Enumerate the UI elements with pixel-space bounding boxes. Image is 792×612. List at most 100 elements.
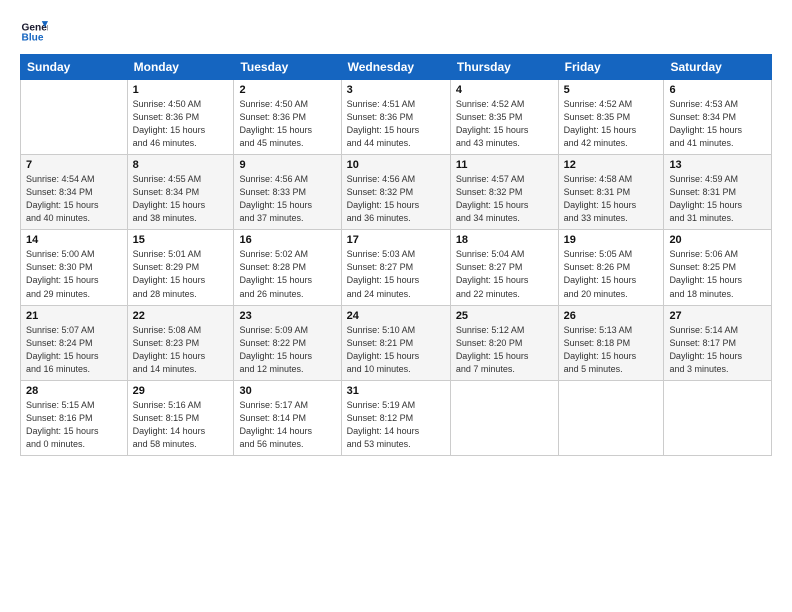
calendar-cell: 11 Sunrise: 4:57 AMSunset: 8:32 PMDayligh… (450, 155, 558, 230)
day-number: 22 (133, 310, 229, 322)
calendar-cell: 16Sunrise: 5:02 AMSunset: 8:28 PMDayligh… (234, 230, 341, 305)
day-number: 7 (26, 159, 122, 171)
day-number: 2 (239, 84, 335, 96)
day-number: 28 (26, 385, 122, 397)
day-number: 9 (239, 159, 335, 171)
day-info: Sunrise: 4:53 AMSunset: 8:34 PMDaylight:… (669, 98, 766, 150)
day-number: 20 (669, 234, 766, 246)
calendar-cell: 30 Sunrise: 5:17 AMSunset: 8:14 PMDayligh… (234, 380, 341, 455)
calendar-cell: 28 Sunrise: 5:15 AMSunset: 8:16 PMDayligh… (21, 380, 128, 455)
calendar-cell (664, 380, 772, 455)
calendar-cell: 1 Sunrise: 4:50 AMSunset: 8:36 PMDaylight… (127, 80, 234, 155)
calendar-cell: 9 Sunrise: 4:56 AMSunset: 8:33 PMDaylight… (234, 155, 341, 230)
day-info: Sunrise: 5:14 AMSunset: 8:17 PMDaylight:… (669, 324, 766, 376)
day-info: Sunrise: 4:57 AMSunset: 8:32 PMDaylight:… (456, 173, 553, 225)
day-number: 12 (564, 159, 659, 171)
day-info: Sunrise: 4:55 AMSunset: 8:34 PMDaylight:… (133, 173, 229, 225)
day-number: 1 (133, 84, 229, 96)
calendar-header-row: SundayMondayTuesdayWednesdayThursdayFrid… (21, 55, 772, 80)
calendar-cell: 2 Sunrise: 4:50 AMSunset: 8:36 PMDaylight… (234, 80, 341, 155)
calendar-header-wednesday: Wednesday (341, 55, 450, 80)
calendar-cell: 7 Sunrise: 4:54 AMSunset: 8:34 PMDaylight… (21, 155, 128, 230)
calendar-cell: 17Sunrise: 5:03 AMSunset: 8:27 PMDayligh… (341, 230, 450, 305)
day-number: 6 (669, 84, 766, 96)
day-info: Sunrise: 4:52 AMSunset: 8:35 PMDaylight:… (564, 98, 659, 150)
day-number: 30 (239, 385, 335, 397)
day-number: 15 (133, 234, 229, 246)
day-info: Sunrise: 5:08 AMSunset: 8:23 PMDaylight:… (133, 324, 229, 376)
calendar-cell: 23Sunrise: 5:09 AMSunset: 8:22 PMDayligh… (234, 305, 341, 380)
calendar-cell (558, 380, 664, 455)
calendar-cell (21, 80, 128, 155)
day-number: 11 (456, 159, 553, 171)
day-info: Sunrise: 4:51 AMSunset: 8:36 PMDaylight:… (347, 98, 445, 150)
calendar-cell: 29 Sunrise: 5:16 AMSunset: 8:15 PMDayligh… (127, 380, 234, 455)
day-info: Sunrise: 5:17 AMSunset: 8:14 PMDaylight:… (239, 399, 335, 451)
day-number: 4 (456, 84, 553, 96)
day-number: 21 (26, 310, 122, 322)
day-info: Sunrise: 5:06 AMSunset: 8:25 PMDaylight:… (669, 248, 766, 300)
calendar-cell: 26 Sunrise: 5:13 AMSunset: 8:18 PMDayligh… (558, 305, 664, 380)
calendar-cell: 10Sunrise: 4:56 AMSunset: 8:32 PMDayligh… (341, 155, 450, 230)
day-info: Sunrise: 5:19 AMSunset: 8:12 PMDaylight:… (347, 399, 445, 451)
day-info: Sunrise: 5:15 AMSunset: 8:16 PMDaylight:… (26, 399, 122, 451)
day-info: Sunrise: 5:05 AMSunset: 8:26 PMDaylight:… (564, 248, 659, 300)
day-number: 16 (239, 234, 335, 246)
calendar-header-saturday: Saturday (664, 55, 772, 80)
day-number: 24 (347, 310, 445, 322)
day-info: Sunrise: 4:52 AMSunset: 8:35 PMDaylight:… (456, 98, 553, 150)
calendar-cell: 14 Sunrise: 5:00 AMSunset: 8:30 PMDayligh… (21, 230, 128, 305)
calendar-cell: 5 Sunrise: 4:52 AMSunset: 8:35 PMDaylight… (558, 80, 664, 155)
day-number: 3 (347, 84, 445, 96)
day-number: 19 (564, 234, 659, 246)
day-info: Sunrise: 5:04 AMSunset: 8:27 PMDaylight:… (456, 248, 553, 300)
day-number: 26 (564, 310, 659, 322)
day-info: Sunrise: 5:16 AMSunset: 8:15 PMDaylight:… (133, 399, 229, 451)
day-number: 25 (456, 310, 553, 322)
calendar-week-row: 14 Sunrise: 5:00 AMSunset: 8:30 PMDayligh… (21, 230, 772, 305)
day-info: Sunrise: 5:01 AMSunset: 8:29 PMDaylight:… (133, 248, 229, 300)
day-info: Sunrise: 4:56 AMSunset: 8:33 PMDaylight:… (239, 173, 335, 225)
calendar-cell: 19 Sunrise: 5:05 AMSunset: 8:26 PMDayligh… (558, 230, 664, 305)
calendar-cell: 18 Sunrise: 5:04 AMSunset: 8:27 PMDayligh… (450, 230, 558, 305)
day-info: Sunrise: 4:50 AMSunset: 8:36 PMDaylight:… (239, 98, 335, 150)
calendar-cell: 6 Sunrise: 4:53 AMSunset: 8:34 PMDaylight… (664, 80, 772, 155)
calendar-cell: 3 Sunrise: 4:51 AMSunset: 8:36 PMDaylight… (341, 80, 450, 155)
day-info: Sunrise: 5:12 AMSunset: 8:20 PMDaylight:… (456, 324, 553, 376)
day-number: 13 (669, 159, 766, 171)
day-number: 5 (564, 84, 659, 96)
calendar-cell: 15 Sunrise: 5:01 AMSunset: 8:29 PMDayligh… (127, 230, 234, 305)
calendar-cell (450, 380, 558, 455)
day-number: 23 (239, 310, 335, 322)
page-header: General Blue (20, 18, 772, 46)
day-info: Sunrise: 4:54 AMSunset: 8:34 PMDaylight:… (26, 173, 122, 225)
day-info: Sunrise: 4:50 AMSunset: 8:36 PMDaylight:… (133, 98, 229, 150)
calendar-week-row: 1 Sunrise: 4:50 AMSunset: 8:36 PMDaylight… (21, 80, 772, 155)
calendar-cell: 21 Sunrise: 5:07 AMSunset: 8:24 PMDayligh… (21, 305, 128, 380)
calendar-cell: 8 Sunrise: 4:55 AMSunset: 8:34 PMDaylight… (127, 155, 234, 230)
day-number: 31 (347, 385, 445, 397)
svg-text:Blue: Blue (22, 33, 44, 44)
calendar-table: SundayMondayTuesdayWednesdayThursdayFrid… (20, 54, 772, 456)
day-info: Sunrise: 5:00 AMSunset: 8:30 PMDaylight:… (26, 248, 122, 300)
day-info: Sunrise: 4:58 AMSunset: 8:31 PMDaylight:… (564, 173, 659, 225)
calendar-cell: 4 Sunrise: 4:52 AMSunset: 8:35 PMDaylight… (450, 80, 558, 155)
day-info: Sunrise: 4:56 AMSunset: 8:32 PMDaylight:… (347, 173, 445, 225)
day-number: 14 (26, 234, 122, 246)
calendar-week-row: 21 Sunrise: 5:07 AMSunset: 8:24 PMDayligh… (21, 305, 772, 380)
day-number: 27 (669, 310, 766, 322)
day-info: Sunrise: 5:03 AMSunset: 8:27 PMDaylight:… (347, 248, 445, 300)
day-info: Sunrise: 5:07 AMSunset: 8:24 PMDaylight:… (26, 324, 122, 376)
calendar-cell: 24Sunrise: 5:10 AMSunset: 8:21 PMDayligh… (341, 305, 450, 380)
calendar-cell: 25 Sunrise: 5:12 AMSunset: 8:20 PMDayligh… (450, 305, 558, 380)
calendar-header-friday: Friday (558, 55, 664, 80)
day-number: 29 (133, 385, 229, 397)
day-info: Sunrise: 5:13 AMSunset: 8:18 PMDaylight:… (564, 324, 659, 376)
calendar-cell: 13 Sunrise: 4:59 AMSunset: 8:31 PMDayligh… (664, 155, 772, 230)
day-info: Sunrise: 4:59 AMSunset: 8:31 PMDaylight:… (669, 173, 766, 225)
calendar-week-row: 7 Sunrise: 4:54 AMSunset: 8:34 PMDaylight… (21, 155, 772, 230)
day-number: 8 (133, 159, 229, 171)
day-number: 18 (456, 234, 553, 246)
calendar-cell: 12 Sunrise: 4:58 AMSunset: 8:31 PMDayligh… (558, 155, 664, 230)
logo: General Blue (20, 18, 48, 46)
